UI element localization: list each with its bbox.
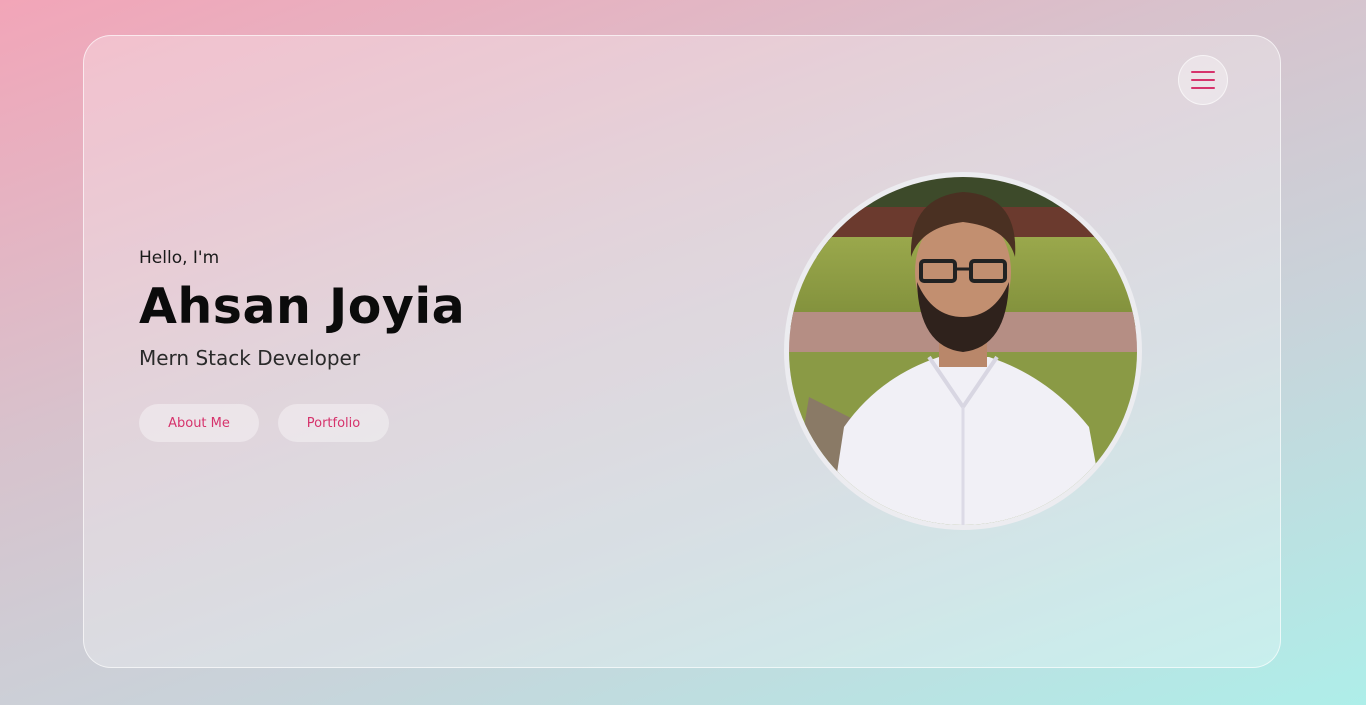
profile-photo-image — [789, 177, 1137, 525]
hero-card: Hello, I'm Ahsan Joyia Mern Stack Develo… — [83, 35, 1281, 668]
hero-buttons: About Me Portfolio — [139, 404, 465, 442]
hero-name: Ahsan Joyia — [139, 278, 466, 335]
profile-photo — [784, 172, 1142, 530]
about-me-button[interactable]: About Me — [139, 404, 259, 442]
menu-button[interactable] — [1178, 55, 1228, 105]
hamburger-menu-icon — [1191, 71, 1215, 89]
hero-intro: Hello, I'm Ahsan Joyia Mern Stack Develo… — [139, 246, 465, 442]
hero-role: Mern Stack Developer — [139, 346, 361, 370]
portfolio-button[interactable]: Portfolio — [278, 404, 389, 442]
greeting-text: Hello, I'm — [139, 248, 220, 268]
